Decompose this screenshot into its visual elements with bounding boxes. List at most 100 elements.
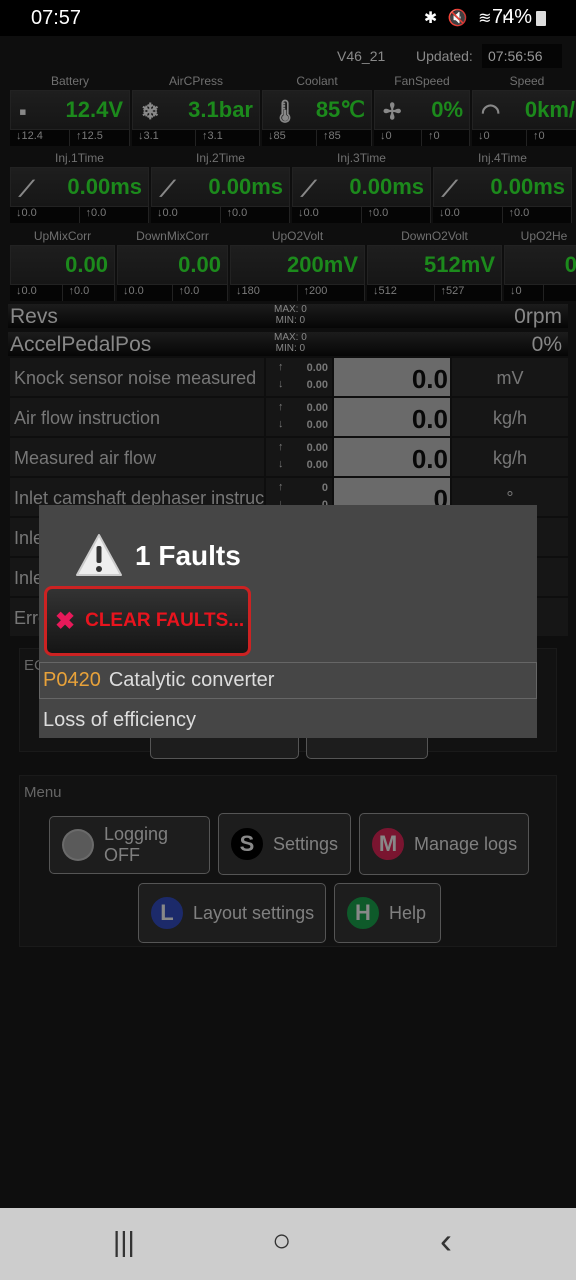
bar-value: 0% bbox=[531, 333, 562, 356]
param-unit: kg/h bbox=[452, 398, 568, 436]
param-unit: kg/h bbox=[452, 438, 568, 476]
gauge-inj2time[interactable]: Inj.2Time ⟋ 0.00ms ↓0.0 ↑0.0 bbox=[151, 151, 290, 223]
table-row[interactable]: Measured air flow ↑ 0.00 ↓ 0.00 0.0 kg/h bbox=[10, 438, 568, 476]
gauge-row-2: Inj.1Time ⟋ 0.00ms ↓0.0 ↑0.0 Inj.2Time ⟋ 0.… bbox=[10, 151, 572, 223]
menu-button-settings[interactable]: S Settings bbox=[218, 813, 351, 875]
navigation-bar: ||| ○ ‹ bbox=[0, 1208, 576, 1280]
gauge-label: UpO2Volt bbox=[271, 229, 324, 243]
gauge-max bbox=[544, 285, 576, 301]
gauge-inj3time[interactable]: Inj.3Time ⟋ 0.00ms ↓0.0 ↑0.0 bbox=[292, 151, 431, 223]
updated-time: 07:56:56 bbox=[482, 44, 562, 68]
gauge-row-3: UpMixCorr 0.00 ↓0.0 ↑0.0 DownMixCorr 0.00… bbox=[10, 229, 576, 301]
gauge-fanspeed[interactable]: FanSpeed ✢ 0% ↓0 ↑0 bbox=[374, 74, 470, 146]
dialog-title: 1 Faults bbox=[135, 540, 241, 571]
param-max: 0 bbox=[321, 482, 328, 494]
menu-button-label: Manage logs bbox=[414, 833, 518, 854]
gauge-upo2he[interactable]: UpO2He 0 ↓0 bbox=[504, 229, 576, 301]
menu-button-layout-settings[interactable]: L Layout settings bbox=[138, 883, 326, 943]
param-unit: mV bbox=[452, 358, 568, 396]
param-name: Measured air flow bbox=[10, 438, 264, 476]
gauge-speed[interactable]: Speed ◠ 0km/ ↓0 ↑0 bbox=[472, 74, 576, 146]
clear-faults-button[interactable]: ✖ CLEAR FAULTS... bbox=[44, 586, 251, 656]
fault-description: Loss of efficiency bbox=[43, 709, 197, 731]
clear-faults-label: CLEAR FAULTS... bbox=[85, 610, 245, 631]
param-min: 0.00 bbox=[306, 459, 328, 471]
gauge-value: 0.00ms bbox=[490, 174, 565, 199]
settings-s-icon: S bbox=[231, 828, 263, 860]
table-row[interactable]: Air flow instruction ↑ 0.00 ↓ 0.00 0.0 kg/h bbox=[10, 398, 568, 436]
updated-label: Updated: bbox=[416, 48, 473, 64]
layout-l-icon: L bbox=[151, 897, 183, 929]
gauge-downo2volt[interactable]: DownO2Volt 512mV ↓512 ↑527 bbox=[367, 229, 502, 301]
gauge-min: ↓0.0 bbox=[10, 207, 80, 223]
gauge-min: ↓512 bbox=[367, 285, 435, 301]
param-name: Knock sensor noise measured bbox=[10, 358, 264, 396]
warning-icon bbox=[76, 534, 122, 576]
gauge-value: 512mV bbox=[424, 252, 495, 277]
gauge-label: FanSpeed bbox=[394, 74, 450, 88]
gauge-max: ↑0 bbox=[527, 130, 576, 146]
gauge-inj1time[interactable]: Inj.1Time ⟋ 0.00ms ↓0.0 ↑0.0 bbox=[10, 151, 149, 223]
gauge-min: ↓0 bbox=[504, 285, 544, 301]
gauge-value: 0% bbox=[431, 97, 463, 122]
gauge-max: ↑527 bbox=[434, 285, 502, 301]
gauge-upmixcorr[interactable]: UpMixCorr 0.00 ↓0.0 ↑0.0 bbox=[10, 229, 115, 301]
param-value: 0.0 bbox=[334, 438, 450, 476]
gauge-value: 0.00ms bbox=[349, 174, 424, 199]
gauge-row-1: Battery ▪ 12.4V ↓12.4 ↑12.5 AirCPress ❄ 3.1… bbox=[10, 74, 576, 146]
menu-button-label: Layout settings bbox=[193, 902, 315, 923]
gauge-inj4time[interactable]: Inj.4Time ⟋ 0.00ms ↓0.0 ↑0.0 bbox=[433, 151, 572, 223]
gauge-min: ↓0 bbox=[472, 130, 527, 146]
menu-button-label: Logging OFF bbox=[103, 824, 169, 865]
bar-accelpedalpos[interactable]: AccelPedalPos MAX: 0 MIN: 0 0% bbox=[8, 332, 568, 356]
gauge-label: AirCPress bbox=[168, 74, 223, 88]
menu-button-logging-off[interactable]: Logging OFF bbox=[49, 816, 210, 874]
param-min: 0.00 bbox=[306, 379, 328, 391]
gauge-min: ↓12.4 bbox=[10, 130, 70, 146]
manage-logs-m-icon: M bbox=[372, 828, 404, 860]
gauge-value: 3.1bar bbox=[188, 97, 253, 122]
gauge-label: Inj.1Time bbox=[55, 151, 104, 165]
bar-name: AccelPedalPos bbox=[10, 333, 152, 356]
recents-icon[interactable]: ||| bbox=[113, 1226, 135, 1258]
gauge-max: ↑200 bbox=[297, 285, 365, 301]
param-name: Air flow instruction bbox=[10, 398, 264, 436]
menu-button-label: Settings bbox=[273, 833, 339, 854]
bar-min: MIN: 0 bbox=[275, 315, 306, 326]
gauge-min: ↓180 bbox=[230, 285, 298, 301]
gauge-max: ↑0.0 bbox=[79, 207, 149, 223]
gauge-downmixcorr[interactable]: DownMixCorr 0.00 ↓0.0 ↑0.0 bbox=[117, 229, 228, 301]
gauge-max: ↑0.0 bbox=[172, 285, 228, 301]
home-icon[interactable]: ○ bbox=[272, 1222, 291, 1259]
table-row[interactable]: Knock sensor noise measured ↑ 0.00 ↓ 0.00 0… bbox=[10, 358, 568, 396]
bar-revs[interactable]: Revs MAX: 0 MIN: 0 0rpm bbox=[8, 304, 568, 328]
gauge-max: ↑0 bbox=[422, 130, 470, 146]
bar-name: Revs bbox=[10, 305, 58, 328]
gauge-aircpress[interactable]: AirCPress ❄ 3.1bar ↓3.1 ↑3.1 bbox=[132, 74, 260, 146]
gauge-coolant[interactable]: Coolant 🌡 85℃ ↓85 ↑85 bbox=[262, 74, 372, 146]
gauge-min: ↓0.0 bbox=[151, 207, 221, 223]
faults-dialog: 1 Faults ✖ CLEAR FAULTS... P0420 Catalyti… bbox=[39, 505, 537, 738]
gauge-max: ↑85 bbox=[317, 130, 372, 146]
menu-button-help[interactable]: H Help bbox=[334, 883, 441, 943]
gauge-upo2volt[interactable]: UpO2Volt 200mV ↓180 ↑200 bbox=[230, 229, 365, 301]
gauge-value: 85℃ bbox=[315, 97, 365, 122]
param-max: 0.00 bbox=[306, 362, 328, 374]
gauge-value: 0.00 bbox=[65, 252, 108, 277]
gauge-value: 0.00ms bbox=[208, 174, 283, 199]
gauge-battery[interactable]: Battery ▪ 12.4V ↓12.4 ↑12.5 bbox=[10, 74, 130, 146]
param-min: 0.00 bbox=[306, 419, 328, 431]
param-value: 0.0 bbox=[334, 358, 450, 396]
gauge-label: Inj.4Time bbox=[478, 151, 527, 165]
param-max: 0.00 bbox=[306, 442, 328, 454]
gauge-max: ↑0.0 bbox=[62, 285, 115, 301]
menu-section: Menu Logging OFF S Settings M Manage log… bbox=[19, 775, 557, 947]
injector-icon: ⟋ bbox=[19, 176, 35, 201]
injector-icon: ⟋ bbox=[442, 176, 458, 201]
back-icon[interactable]: ‹ bbox=[440, 1220, 452, 1262]
injector-icon: ⟋ bbox=[301, 176, 317, 201]
fault-item[interactable]: P0420 Catalytic converter bbox=[39, 662, 537, 699]
bar-max: MAX: 0 bbox=[274, 332, 307, 343]
gauge-max: ↑12.5 bbox=[70, 130, 130, 146]
menu-button-manage-logs[interactable]: M Manage logs bbox=[359, 813, 529, 875]
